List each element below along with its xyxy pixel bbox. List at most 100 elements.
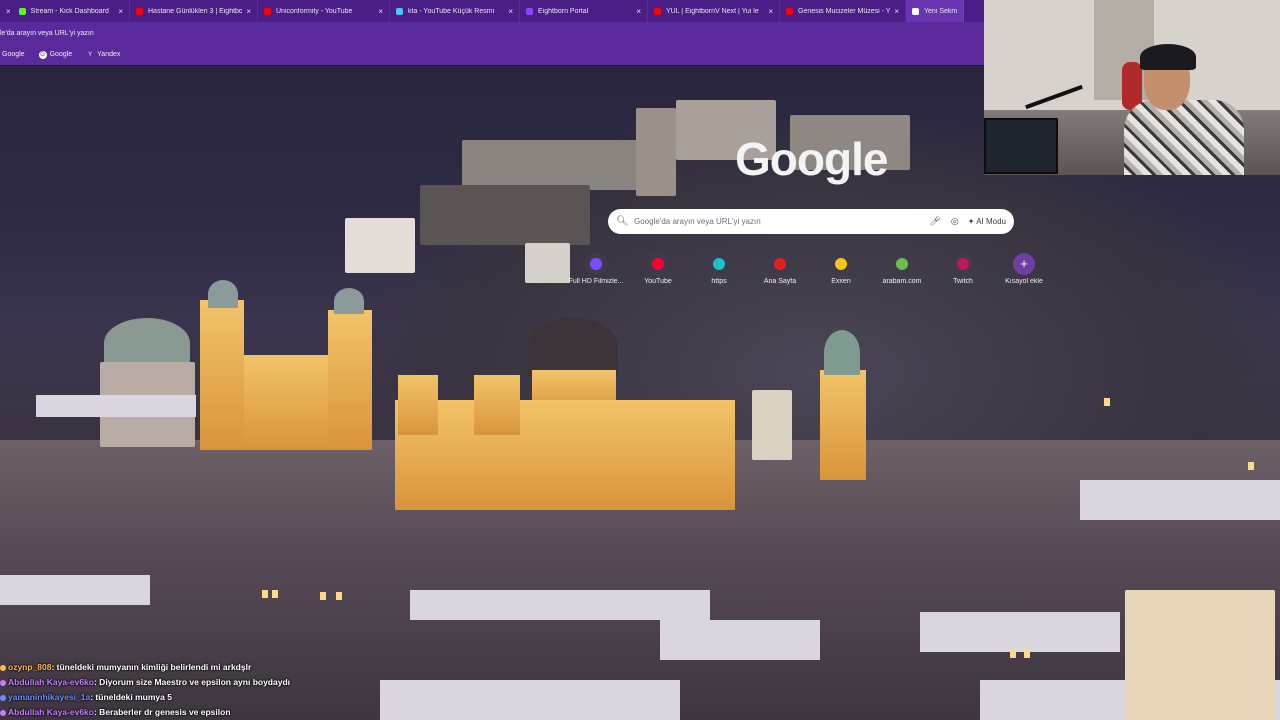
lit-window — [1104, 398, 1110, 406]
search-box[interactable]: 🔍︎ 🎤︎ ◎ ✦ AI Modu — [608, 209, 1014, 234]
lit-window — [1024, 650, 1030, 658]
lit-window — [272, 590, 278, 598]
roof-1 — [36, 395, 196, 417]
shortcut-tile[interactable]: YouTube — [628, 253, 688, 285]
shortcut-tile[interactable]: Twitch — [933, 253, 993, 285]
close-icon[interactable]: × — [894, 7, 899, 16]
tab-title: Yeni Sekme — [924, 7, 957, 15]
address-bar[interactable]: le'da arayın veya URL'yi yazın — [0, 22, 984, 44]
stream-chat: ozynp_808: tüneldeki mumyanın kimliği be… — [0, 660, 400, 720]
tab-title: Eightborn Portal — [538, 7, 589, 15]
microphone-icon[interactable]: 🎤︎ — [929, 216, 940, 227]
bookmark-google[interactable]: Google — [2, 51, 25, 58]
chat-text: : tüneldeki mumyanın kimliği belirlendi … — [51, 662, 252, 672]
tower-left-a — [200, 300, 244, 450]
tab-5[interactable]: YUL | EightbornV Next | Yui le × — [648, 0, 780, 22]
thumbnail-icon — [396, 7, 403, 15]
shortcut-tile[interactable]: Ana Sayfa — [750, 253, 810, 285]
fortress-west — [345, 218, 415, 273]
youtube-icon — [786, 7, 793, 15]
tab-title: Stream - Kick Dashboard — [30, 7, 109, 15]
close-icon[interactable]: × — [118, 7, 123, 16]
cathedral-left-body — [244, 355, 328, 450]
lit-window — [262, 590, 268, 598]
tab-0[interactable]: × Stream - Kick Dashboard × — [0, 0, 130, 22]
tab-title: YUL | EightbornV Next | Yui le — [666, 7, 759, 15]
bookmark-label: Google — [49, 51, 73, 58]
ai-mode-button[interactable]: ✦ AI Modu — [968, 217, 1006, 226]
chat-username: yamaninhikayesi_1a — [8, 692, 91, 702]
shortcut-tile[interactable]: arabam.com — [872, 253, 932, 285]
google-icon: G — [38, 50, 47, 59]
toolbar-divider — [0, 65, 984, 66]
lit-window — [336, 592, 342, 600]
shortcut-label: Exxen — [831, 278, 851, 285]
shortcut-label: Kısayol ekle — [1005, 278, 1043, 285]
tab-3[interactable]: kta - YouTube Küçük Resmi × — [390, 0, 520, 22]
close-icon[interactable]: × — [508, 7, 513, 16]
close-icon[interactable]: × — [6, 7, 11, 16]
chat-message: Abdullah Kaya-ev6ko: Beraberler dr genes… — [0, 705, 400, 720]
shortcut-icon-circle — [708, 253, 730, 275]
tab-title: Hastane Günlükleri 3 | Eightbo — [148, 7, 243, 15]
eightborn-icon — [526, 7, 533, 15]
shortcut-tile[interactable]: + Kısayol ekle — [994, 253, 1054, 285]
chat-username: Abdullah Kaya-ev6ko — [8, 677, 94, 687]
shortcut-label: Twitch — [953, 278, 973, 285]
tab-1[interactable]: Hastane Günlükleri 3 | Eightbo × — [130, 0, 258, 22]
chrome-icon — [912, 7, 919, 15]
tab-6[interactable]: Genesis Mucizeler Müzesi - Yo × — [780, 0, 906, 22]
tab-2[interactable]: Uniconformity - YouTube × — [258, 0, 390, 22]
plus-icon: + — [1020, 256, 1028, 271]
kick-icon — [18, 7, 26, 15]
user-badge-icon — [0, 679, 6, 686]
chat-text: : Diyorum size Maestro ve epsilon aynı b… — [93, 677, 291, 687]
roof-5 — [1080, 480, 1280, 520]
chat-text: : Beraberler dr genesis ve epsilon — [93, 707, 231, 717]
streamer-shirt — [1124, 100, 1244, 175]
chat-message: yamaninhikayesi_1a: tüneldeki mumya 5 — [0, 690, 400, 705]
bookmark-yandex[interactable]: Y Yandex — [86, 51, 120, 59]
ai-mode-label: AI Modu — [976, 217, 1006, 226]
shortcut-label: https — [711, 278, 727, 285]
roof-4 — [920, 612, 1120, 652]
google-lens-icon[interactable]: ◎ — [951, 216, 959, 227]
chat-username: ozynp_808 — [8, 662, 52, 672]
fortress-house — [525, 243, 570, 283]
address-text[interactable]: le'da arayın veya URL'yi yazın — [0, 30, 94, 37]
lit-window — [1248, 462, 1254, 470]
dome-tower-b — [334, 288, 364, 314]
google-logo: Google — [735, 133, 888, 185]
close-icon[interactable]: × — [378, 7, 383, 16]
close-icon[interactable]: × — [636, 7, 641, 16]
close-icon[interactable]: × — [768, 7, 773, 16]
shortcut-icon-circle — [952, 253, 974, 275]
shortcuts-grid: Full HD Filmizle... YouTube https Ana Sayfa… — [566, 253, 1056, 303]
tab-title: kta - YouTube Küçük Resmi — [408, 7, 495, 15]
shortcut-tile[interactable]: Full HD Filmizle... — [566, 253, 626, 285]
bookmark-label: Yandex — [97, 51, 121, 58]
tab-4[interactable]: Eightborn Portal × — [520, 0, 648, 22]
fortress-lower — [420, 185, 590, 245]
tab-7[interactable]: Yeni Sekme — [906, 0, 964, 22]
shortcut-label: arabam.com — [882, 278, 922, 285]
chat-message: ozynp_808: tüneldeki mumyanın kimliği be… — [0, 660, 400, 675]
search-input[interactable] — [632, 216, 925, 227]
bookmark-google-2[interactable]: G Google — [38, 50, 73, 59]
youtube-icon — [264, 7, 271, 15]
link-icon — [713, 258, 725, 270]
home-icon — [774, 258, 786, 270]
shortcut-tile[interactable]: https — [689, 253, 749, 285]
search-icon: 🔍︎ — [616, 216, 629, 227]
shortcut-icon-circle — [830, 253, 852, 275]
tab-strip: × Stream - Kick Dashboard × Hastane Günlükl… — [0, 0, 984, 22]
arabam-icon — [896, 258, 908, 270]
dome-center — [528, 318, 618, 376]
shortcut-tile[interactable]: Exxen — [811, 253, 871, 285]
lit-window — [320, 592, 326, 600]
roof-2 — [410, 590, 710, 620]
close-icon[interactable]: × — [246, 7, 251, 16]
lit-window — [1010, 650, 1016, 658]
roof-3 — [660, 620, 820, 660]
user-badge-icon — [0, 664, 6, 671]
